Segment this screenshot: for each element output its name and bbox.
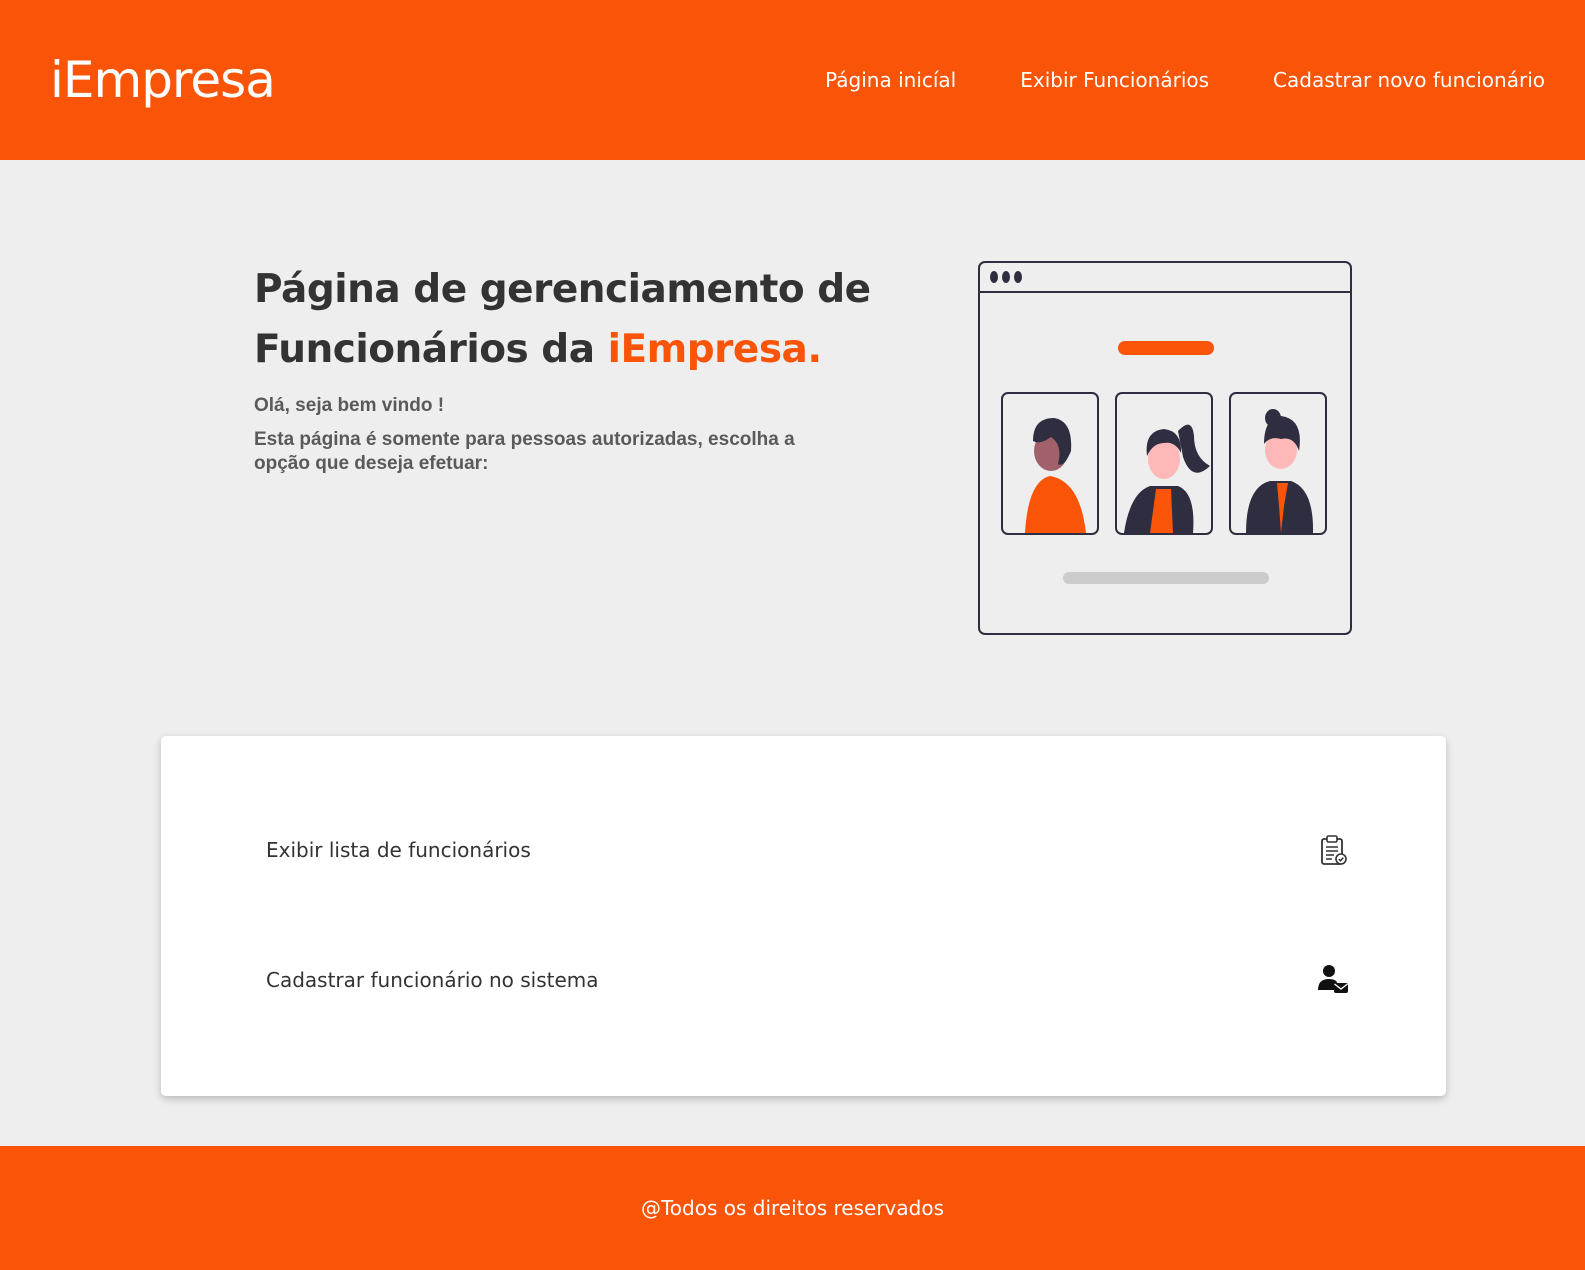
options-card: Exibir lista de funcionários Cadastrar f…	[161, 736, 1446, 1096]
footer: @Todos os direitos reservados	[0, 1146, 1585, 1270]
title-line-2: Funcionários da	[254, 327, 608, 372]
main-nav: Página inicíal Exibir Funcionários Cadas…	[825, 64, 1545, 96]
title-accent: iEmpresa.	[607, 327, 823, 372]
team-illustration	[978, 261, 1352, 635]
user-add-icon[interactable]	[1315, 962, 1351, 998]
nav-home-link[interactable]: Página inicíal	[825, 64, 956, 96]
header: iEmpresa Página inicíal Exibir Funcionár…	[0, 0, 1585, 160]
clipboard-check-icon[interactable]	[1315, 832, 1351, 868]
option-view-employees-label: Exibir lista de funcionários	[266, 838, 531, 862]
nav-employees-link[interactable]: Exibir Funcionários	[1020, 64, 1209, 96]
greeting-text: Olá, seja bem vindo !	[254, 395, 445, 416]
description-text: Esta página é somente para pessoas autor…	[254, 429, 795, 474]
option-view-employees[interactable]: Exibir lista de funcionários	[266, 820, 1351, 880]
option-register-employee-label: Cadastrar funcionário no sistema	[266, 968, 599, 992]
title-line-1: Página de gerenciamento de	[254, 267, 871, 312]
option-register-employee[interactable]: Cadastrar funcionário no sistema	[266, 950, 1351, 1010]
nav-register-link[interactable]: Cadastrar novo funcionário	[1273, 64, 1545, 96]
team-illustration-graphic	[978, 261, 1352, 635]
copyright-text: @Todos os direitos reservados	[640, 1196, 944, 1220]
hero-section: Página de gerenciamento de Funcionários …	[254, 260, 874, 476]
logo[interactable]: iEmpresa	[50, 48, 276, 112]
page-title: Página de gerenciamento de Funcionários …	[254, 260, 874, 380]
